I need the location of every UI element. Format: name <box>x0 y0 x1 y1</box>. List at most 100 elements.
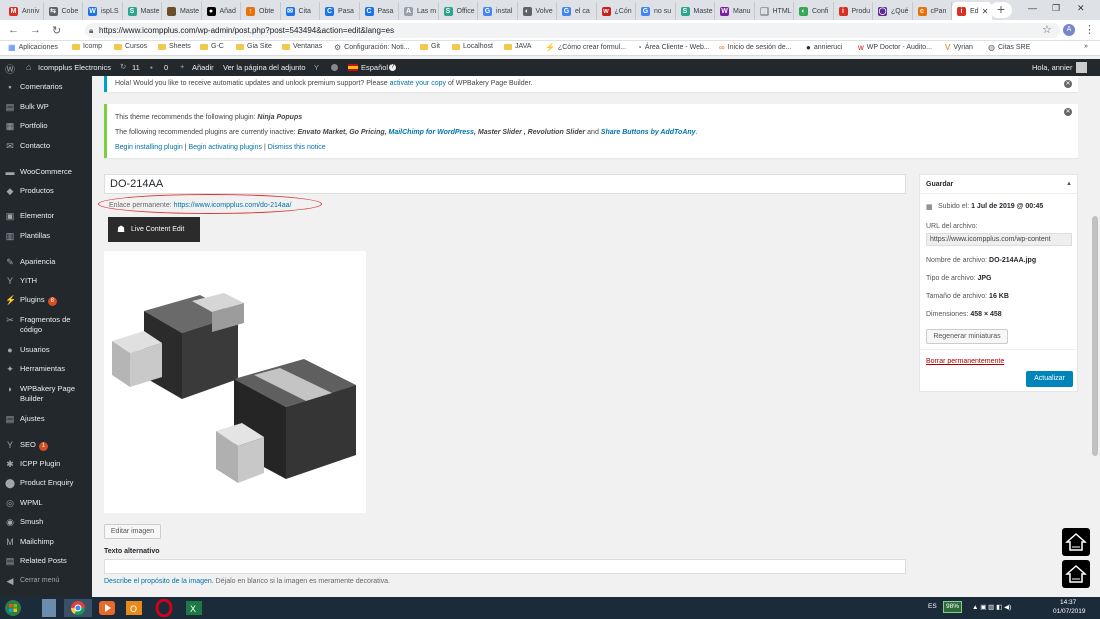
bookmark-item[interactable]: Git <box>420 43 440 50</box>
site-name[interactable]: Icompplus Electronics <box>38 63 111 72</box>
browser-tab[interactable]: WispLS <box>83 2 123 20</box>
dismiss-notice-link[interactable]: Dismiss this notice <box>268 144 326 151</box>
bookmark-item[interactable]: ● annieruci <box>806 43 842 52</box>
add-new-link[interactable]: Añadir <box>192 63 214 72</box>
browser-tab[interactable]: S Office <box>439 2 478 20</box>
floating-home-icon-2[interactable] <box>1062 560 1090 588</box>
maximize-icon[interactable]: ❐ <box>1052 3 1060 14</box>
dismiss-notice-icon[interactable]: ✕ <box>1064 80 1072 88</box>
clock-date[interactable]: 01/07/2019 <box>1053 608 1086 615</box>
describe-purpose-link[interactable]: Describe el propósito de la imagen <box>104 578 212 585</box>
toggle-panel-icon[interactable]: ▲ <box>1066 181 1072 187</box>
updates-count[interactable]: 11 <box>132 63 140 72</box>
bookmark-item[interactable]: V Vyrian <box>945 43 973 52</box>
sidebar-item-portfolio[interactable]: ▦ Portfolio <box>0 121 92 131</box>
bookmark-item[interactable]: ∞ Inicio de sesión de... <box>719 43 792 52</box>
opera-icon[interactable] <box>154 598 178 618</box>
sidebar-item-tools[interactable]: ✦ Herramientas <box>0 364 92 374</box>
browser-tab[interactable]: S Maste <box>123 2 162 20</box>
browser-tab[interactable]: i Ed ✕ <box>952 2 992 20</box>
more-bookmarks-icon[interactable]: » <box>1084 43 1088 50</box>
sidebar-item-settings[interactable]: ▤ Ajustes <box>0 414 92 424</box>
media-player-icon[interactable] <box>97 599 121 617</box>
sidebar-item-mail[interactable]: ✉ Contacto <box>0 141 92 151</box>
sidebar-item-collapse[interactable]: ◀ Cerrar menú <box>0 576 92 586</box>
sidebar-item-products[interactable]: ◆ Productos <box>0 186 92 196</box>
excel-icon[interactable]: X <box>184 599 208 617</box>
update-button[interactable]: Actualizar <box>1026 371 1073 387</box>
close-tab-icon[interactable]: ✕ <box>982 7 989 16</box>
sidebar-item-elementor[interactable]: ▣ Elementor <box>0 211 92 221</box>
sidebar-item-appearance[interactable]: ✎ Apariencia <box>0 257 92 267</box>
sidebar-item-woo[interactable]: ▬ WooCommerce <box>0 167 92 177</box>
browser-tab[interactable]: C Pasa <box>320 2 360 20</box>
start-button[interactable] <box>4 599 28 617</box>
battery-indicator[interactable]: 98% <box>943 601 963 613</box>
bookmark-item[interactable]: ◍ Citas SRE <box>988 43 1030 52</box>
sidebar-item-seo[interactable]: Y SEO 1 <box>0 440 92 451</box>
browser-tab[interactable]: ✉ Cita <box>281 2 320 20</box>
notepad-icon[interactable] <box>42 599 56 617</box>
browser-tab[interactable]: Ginstal <box>478 2 518 20</box>
user-avatar[interactable] <box>1076 62 1087 73</box>
bookmark-item[interactable]: w WP Doctor - Audito... <box>858 43 932 52</box>
chrome-task-icon[interactable] <box>64 599 92 617</box>
browser-tab[interactable]: S Maste <box>676 2 715 20</box>
bookmark-item[interactable]: Gia Site <box>236 43 272 50</box>
yoast-icon[interactable]: Y <box>314 63 319 72</box>
browser-tab[interactable]: ⇆ Cobe <box>44 2 83 20</box>
help-icon[interactable]: ? <box>389 64 396 71</box>
sidebar-item-mailchimp[interactable]: M Mailchimp <box>0 537 92 547</box>
sidebar-item-users[interactable]: ● Usuarios <box>0 345 92 355</box>
mailchimp-wp-link[interactable]: MailChimp for WordPress <box>389 129 474 136</box>
permalink-url[interactable]: https://www.icompplus.com/do-214aa/ <box>174 202 292 209</box>
bookmark-item[interactable]: ⚡ ¿Cómo crear formul... <box>545 43 626 52</box>
bookmark-item[interactable]: JAVA <box>504 43 531 50</box>
browser-tab[interactable]: A Las m <box>399 2 439 20</box>
bookmark-item[interactable]: Cursos <box>114 43 147 50</box>
minimize-icon[interactable]: — <box>1028 3 1037 13</box>
bookmark-item[interactable]: ⚙ Configuración: Noti... <box>334 43 410 52</box>
browser-tab[interactable]: w ¿Cón <box>597 2 636 20</box>
page-scrollbar[interactable] <box>1090 76 1100 597</box>
sidebar-item-bulk[interactable]: ▤ Bulk WP <box>0 102 92 112</box>
back-icon[interactable]: ← <box>8 24 19 36</box>
profile-avatar[interactable]: A <box>1063 24 1075 36</box>
share-buttons-link[interactable]: Share Buttons by AddToAny <box>601 129 696 136</box>
activate-copy-link[interactable]: activate your copy <box>390 80 446 87</box>
scroll-thumb[interactable] <box>1092 216 1098 456</box>
star-icon[interactable]: ☆ <box>1042 23 1052 36</box>
browser-tab[interactable]: Maste <box>162 2 202 20</box>
sidebar-item-comment[interactable]: ▪ Comentarios <box>0 82 92 92</box>
edit-image-button[interactable]: Editar imagen <box>104 524 161 539</box>
title-input[interactable]: DO-214AA <box>104 174 906 194</box>
bookmark-item[interactable]: G-C <box>200 43 224 50</box>
tray-icons[interactable]: ▲ ▣ ▥ ◧ ◀) <box>972 603 1011 611</box>
delete-permanently-link[interactable]: Borrar permanentemente <box>926 358 1004 365</box>
url-field[interactable]: 🔒︎ https://www.icompplus.com/wp-admin/po… <box>85 23 1060 38</box>
browser-tab[interactable]: W Manu <box>715 2 755 20</box>
clock-time[interactable]: 14:37 <box>1060 599 1076 606</box>
bookmark-item[interactable]: Sheets <box>158 43 191 50</box>
sidebar-item-related[interactable]: ▤ Related Posts <box>0 556 92 566</box>
sidebar-item-wpml[interactable]: ◎ WPML <box>0 498 92 508</box>
sidebar-item-icpp[interactable]: ✱ ICPP Plugin <box>0 459 92 469</box>
browser-tab[interactable]: C Pasa <box>360 2 399 20</box>
bookmark-item[interactable]: Ventanas <box>282 43 322 50</box>
sidebar-item-yith[interactable]: Y YITH <box>0 276 92 286</box>
begin-activating-link[interactable]: Begin activating plugins <box>188 144 262 151</box>
reload-icon[interactable]: ↻ <box>52 24 61 37</box>
bookmark-item[interactable]: Icomp <box>72 43 102 50</box>
browser-tab[interactable]: Gel ca <box>557 2 597 20</box>
close-window-icon[interactable]: ✕ <box>1077 3 1085 14</box>
wordpress-logo-icon[interactable]: Ⓦ <box>5 61 15 76</box>
alt-text-input[interactable] <box>104 559 906 574</box>
browser-tab[interactable]: ◐ Confi <box>794 2 834 20</box>
begin-installing-link[interactable]: Begin installing plugin <box>115 144 183 151</box>
sidebar-item-wpbakery[interactable]: ◗ WPBakery Page Builder <box>0 384 90 404</box>
new-tab-button[interactable]: + <box>990 2 1012 18</box>
browser-tab[interactable]: c cPan <box>913 2 952 20</box>
browser-tab[interactable]: ● Añad <box>202 2 241 20</box>
menu-icon[interactable]: ⋮ <box>1084 23 1095 36</box>
browser-tab[interactable]: ◯ ¿Qué <box>873 2 913 20</box>
